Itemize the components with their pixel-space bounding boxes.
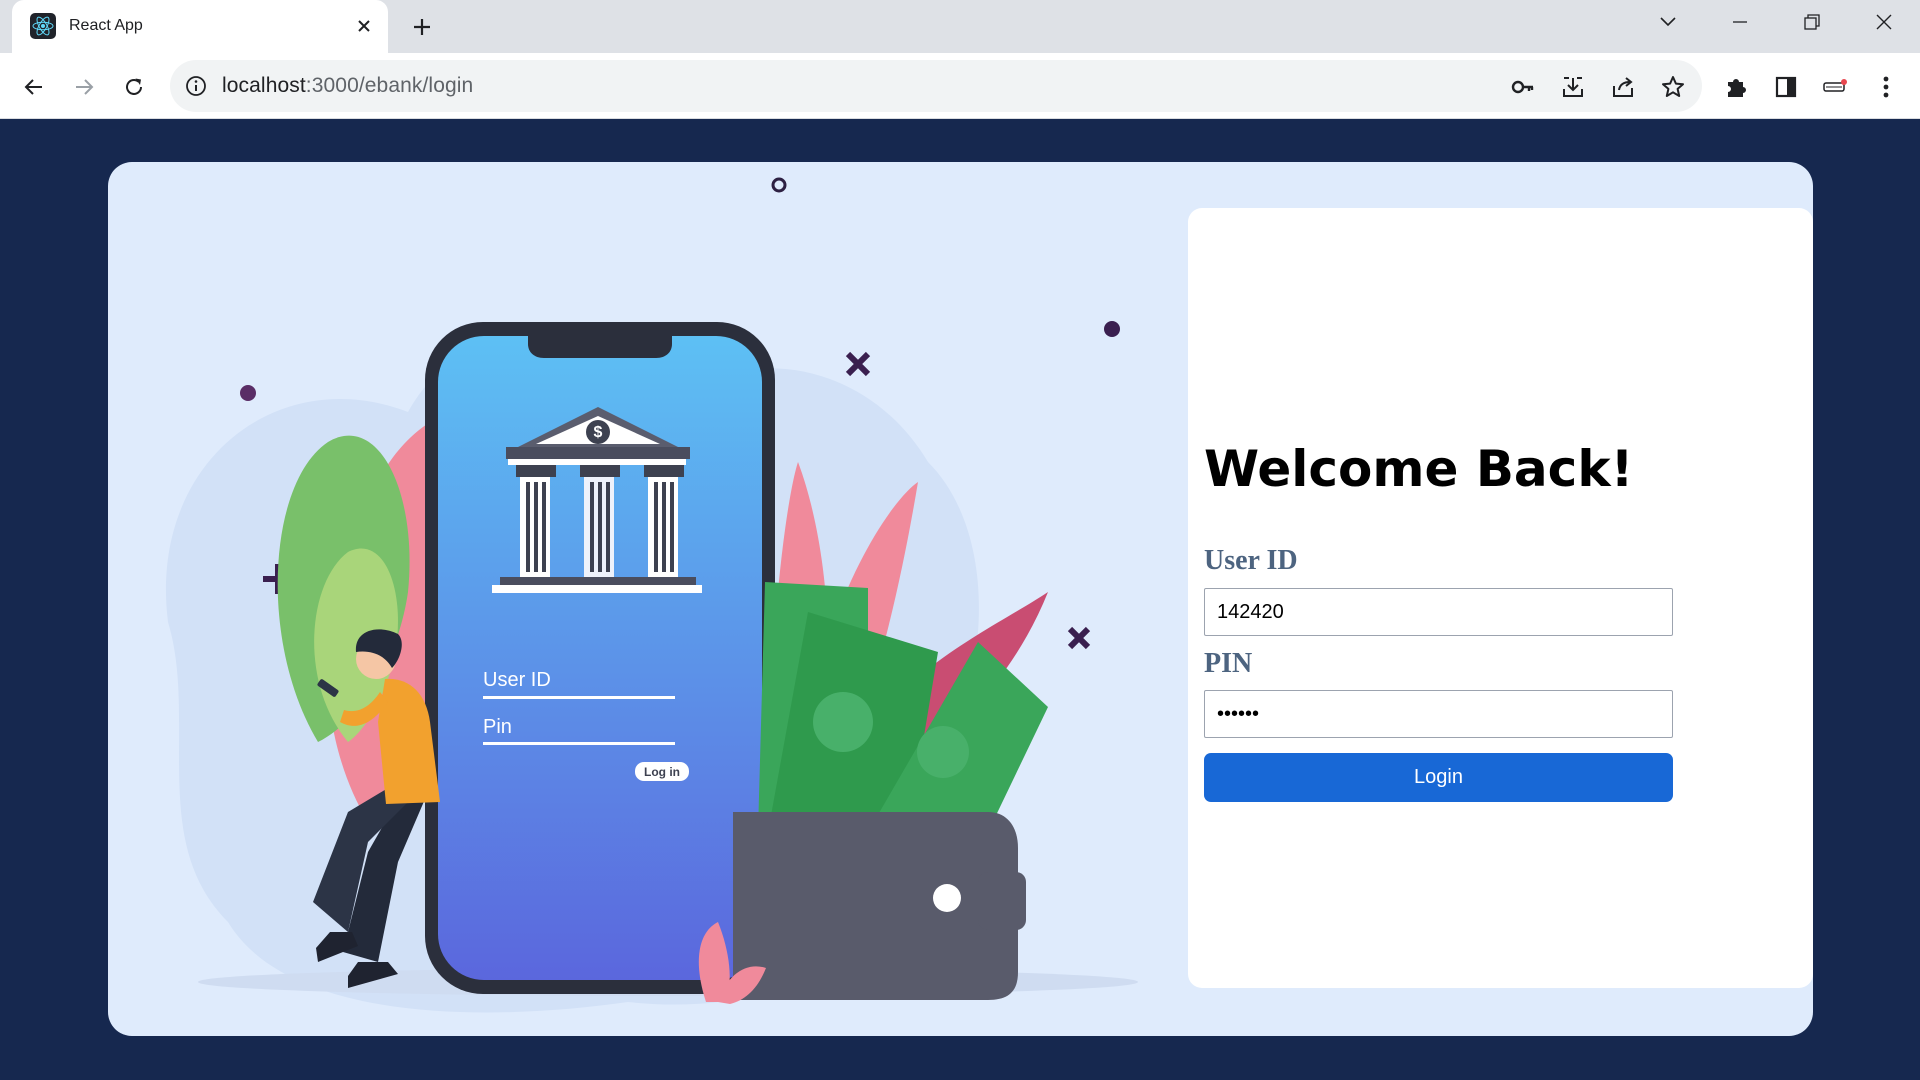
deco-ring	[771, 177, 787, 193]
bank-dollar-symbol: $	[594, 424, 603, 441]
profile-avatar-icon[interactable]	[1818, 69, 1854, 105]
install-app-icon[interactable]	[1558, 72, 1588, 102]
banking-illustration: $ User ID Pin Log in	[165, 177, 1138, 1013]
share-icon[interactable]	[1608, 72, 1638, 102]
user-id-input[interactable]	[1204, 588, 1673, 636]
browser-tab-strip: React App	[0, 0, 1920, 53]
deco-cross	[845, 351, 871, 377]
new-tab-icon[interactable]	[407, 12, 437, 42]
login-card: $ User ID Pin Log in Welcome Back! User …	[108, 162, 1813, 1036]
url-path: :3000/ebank/login	[305, 74, 474, 97]
browser-toolbar: localhost:3000/ebank/login	[0, 53, 1920, 119]
phone-pin-underline	[483, 742, 675, 745]
welcome-heading: Welcome Back!	[1204, 440, 1634, 498]
minimize-icon[interactable]	[1710, 0, 1770, 44]
user-id-label: User ID	[1204, 545, 1298, 576]
url-host: localhost	[222, 74, 306, 97]
site-info-icon[interactable]	[182, 72, 210, 100]
phone-login-text: Log in	[644, 765, 680, 779]
deco-dot	[240, 385, 256, 401]
reload-icon[interactable]	[116, 69, 152, 105]
side-panel-icon[interactable]	[1768, 69, 1804, 105]
restore-icon[interactable]	[1782, 0, 1842, 44]
phone-notch	[528, 336, 672, 358]
phone-user-id-text: User ID	[483, 669, 551, 691]
extensions-puzzle-icon[interactable]	[1718, 69, 1754, 105]
wallet-flap	[978, 872, 1026, 930]
url-text: localhost:3000/ebank/login	[222, 74, 473, 98]
deco-cross	[1067, 626, 1091, 650]
address-bar[interactable]: localhost:3000/ebank/login	[170, 60, 1702, 112]
back-arrow-icon[interactable]	[16, 69, 52, 105]
close-window-icon[interactable]	[1854, 0, 1914, 44]
wallet-button	[933, 884, 961, 912]
forward-arrow-icon[interactable]	[66, 69, 102, 105]
phone-pin-text: Pin	[483, 716, 512, 738]
browser-menu-icon[interactable]	[1868, 69, 1904, 105]
login-button[interactable]: Login	[1204, 753, 1673, 802]
pin-input[interactable]	[1204, 690, 1673, 738]
password-key-icon[interactable]	[1508, 72, 1538, 102]
bookmark-star-icon[interactable]	[1658, 72, 1688, 102]
tab-search-chevron-icon[interactable]	[1638, 0, 1698, 44]
login-form-panel: Welcome Back! User ID PIN Login	[1188, 208, 1813, 988]
pin-label: PIN	[1204, 648, 1253, 679]
tab-title: React App	[69, 17, 143, 34]
deco-dot	[1104, 321, 1120, 337]
react-logo-icon	[30, 13, 56, 39]
tab-close-icon[interactable]	[350, 12, 378, 40]
browser-tab[interactable]: React App	[12, 0, 388, 53]
wallet-body	[733, 812, 1018, 1000]
phone-user-id-underline	[483, 696, 675, 699]
